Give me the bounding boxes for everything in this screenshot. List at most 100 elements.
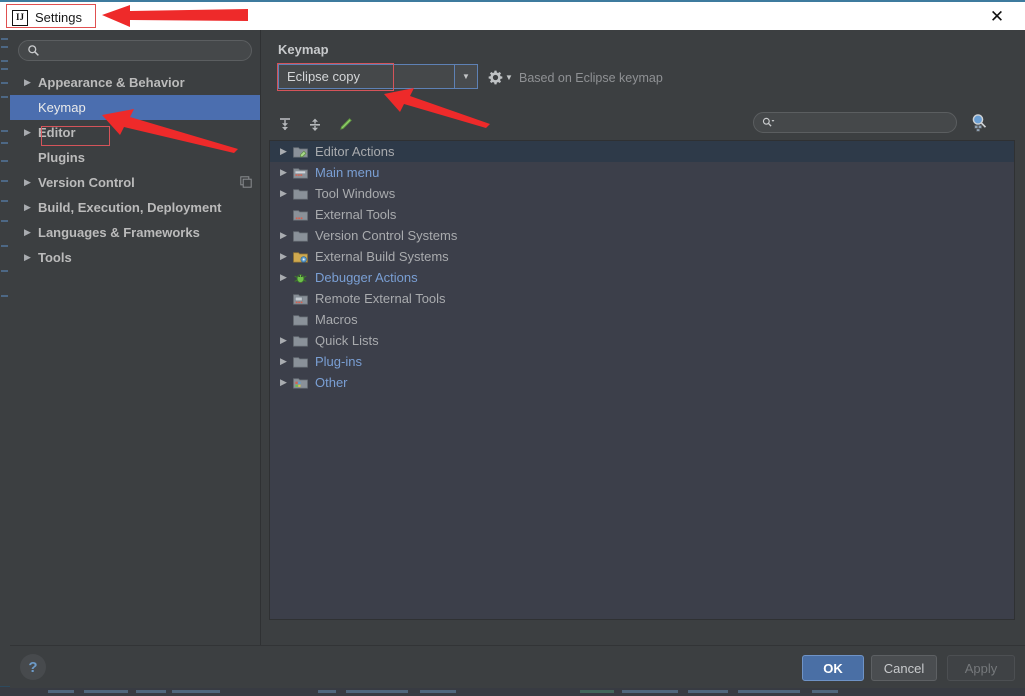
- chevron-down-icon[interactable]: ▼: [454, 65, 477, 88]
- external-tools-folder-icon: [293, 208, 313, 222]
- tree-row-external-tools[interactable]: External Tools: [270, 204, 1014, 225]
- tree-row-external-build-systems[interactable]: ▶ External Build Systems: [270, 246, 1014, 267]
- other-folder-icon: [293, 376, 313, 390]
- intellij-logo-icon: IJ: [12, 9, 28, 26]
- chevron-right-icon[interactable]: ▶: [276, 168, 293, 177]
- chevron-right-icon[interactable]: ▶: [276, 231, 293, 240]
- sidebar-item-plugins[interactable]: Plugins: [10, 145, 260, 170]
- chevron-right-icon[interactable]: ▶: [276, 336, 293, 345]
- keymap-tree-toolbar: [273, 113, 357, 137]
- title-group: IJ Settings: [8, 5, 92, 30]
- chevron-right-icon[interactable]: ▶: [24, 203, 38, 212]
- sidebar-search-input[interactable]: [45, 42, 247, 61]
- apply-button: Apply: [947, 655, 1015, 681]
- keymap-select[interactable]: Eclipse copy ▼: [278, 64, 478, 89]
- chevron-right-icon[interactable]: ▶: [24, 178, 38, 187]
- folder-icon: [293, 187, 313, 201]
- sidebar-item-appearance-behavior[interactable]: ▶ Appearance & Behavior: [10, 70, 260, 95]
- debugger-bug-icon: [293, 271, 313, 285]
- sidebar-item-tools[interactable]: ▶ Tools: [10, 245, 260, 270]
- tree-row-debugger-actions[interactable]: ▶ Debugger Actions: [270, 267, 1014, 288]
- keymap-combo-wrap: Eclipse copy ▼: [277, 63, 478, 91]
- sidebar-item-label: Keymap: [38, 100, 86, 115]
- help-button[interactable]: ?: [20, 654, 46, 680]
- chevron-right-icon[interactable]: ▶: [276, 252, 293, 261]
- gear-icon: [488, 70, 503, 85]
- sidebar-item-label: Plugins: [38, 150, 85, 165]
- tree-row-label: Quick Lists: [315, 333, 379, 348]
- tree-row-main-menu[interactable]: ▶ Main menu: [270, 162, 1014, 183]
- sidebar-item-version-control[interactable]: ▶ Version Control: [10, 170, 260, 195]
- chevron-right-icon[interactable]: ▶: [24, 253, 38, 262]
- dialog-footer: ? OK Cancel Apply: [10, 645, 1025, 688]
- copy-icon: [240, 176, 252, 188]
- tree-row-tool-windows[interactable]: ▶ Tool Windows: [270, 183, 1014, 204]
- pane-title: Keymap: [278, 42, 329, 57]
- tree-row-label: Remote External Tools: [315, 291, 446, 306]
- cancel-button[interactable]: Cancel: [871, 655, 937, 681]
- tree-row-label: External Tools: [315, 207, 397, 222]
- dialog-title-bar: IJ Settings ✕: [0, 0, 1025, 30]
- folder-icon: [293, 313, 313, 327]
- tree-row-plug-ins[interactable]: ▶ Plug-ins: [270, 351, 1014, 372]
- editor-actions-folder-icon: [293, 145, 313, 159]
- intellij-logo-text: IJ: [15, 12, 24, 22]
- settings-dialog: ▶ Appearance & Behavior Keymap ▶ Editor …: [10, 30, 1025, 688]
- tree-row-editor-actions[interactable]: ▶ Editor Actions: [270, 141, 1014, 162]
- tree-row-version-control-systems[interactable]: ▶ Version Control Systems: [270, 225, 1014, 246]
- tree-row-label: Plug-ins: [315, 354, 362, 369]
- expand-all-icon[interactable]: [273, 113, 297, 137]
- folder-icon: [293, 334, 313, 348]
- keymap-actions-tree[interactable]: ▶ Editor Actions ▶ Main menu ▶ Tool Wind…: [269, 140, 1015, 620]
- find-by-shortcut-icon[interactable]: [968, 111, 990, 133]
- search-icon: [28, 45, 39, 56]
- keymap-pane: Keymap Eclipse copy ▼ ▼ Based on Eclipse…: [261, 30, 1025, 645]
- keymap-search-input[interactable]: [784, 114, 954, 133]
- sidebar-item-keymap[interactable]: Keymap: [10, 95, 260, 120]
- chevron-right-icon[interactable]: ▶: [276, 189, 293, 198]
- chevron-down-icon[interactable]: ▼: [505, 73, 513, 82]
- sidebar-item-languages-frameworks[interactable]: ▶ Languages & Frameworks: [10, 220, 260, 245]
- sidebar-item-label: Tools: [38, 250, 72, 265]
- sidebar-item-label: Appearance & Behavior: [38, 75, 185, 90]
- tree-row-label: Tool Windows: [315, 186, 396, 201]
- edit-shortcut-icon[interactable]: [333, 113, 357, 137]
- tree-row-label: Macros: [315, 312, 358, 327]
- sidebar-item-editor[interactable]: ▶ Editor: [10, 120, 260, 145]
- keymap-settings-button[interactable]: ▼: [488, 70, 513, 85]
- tree-row-remote-external-tools[interactable]: Remote External Tools: [270, 288, 1014, 309]
- main-menu-folder-icon: [293, 166, 313, 180]
- tree-row-macros[interactable]: Macros: [270, 309, 1014, 330]
- tree-row-other[interactable]: ▶ Other: [270, 372, 1014, 393]
- tree-row-label: Debugger Actions: [315, 270, 418, 285]
- sidebar-item-label: Version Control: [38, 175, 135, 190]
- build-folder-icon: [293, 250, 313, 264]
- close-icon[interactable]: ✕: [977, 2, 1017, 32]
- sidebar-item-label: Languages & Frameworks: [38, 225, 200, 240]
- search-icon: [762, 117, 775, 127]
- chevron-right-icon[interactable]: ▶: [24, 78, 38, 87]
- page-title: Settings: [35, 10, 82, 25]
- tree-row-label: Version Control Systems: [315, 228, 458, 243]
- ok-button[interactable]: OK: [802, 655, 864, 681]
- tree-row-label: Main menu: [315, 165, 380, 180]
- tree-row-label: Editor Actions: [315, 144, 395, 159]
- chevron-right-icon[interactable]: ▶: [276, 378, 293, 387]
- keymap-select-value: Eclipse copy: [287, 69, 360, 84]
- folder-icon: [293, 229, 313, 243]
- chevron-right-icon[interactable]: ▶: [24, 128, 38, 137]
- tree-row-label: External Build Systems: [315, 249, 449, 264]
- keymap-search-box[interactable]: [753, 112, 957, 133]
- sidebar-item-build-execution-deployment[interactable]: ▶ Build, Execution, Deployment: [10, 195, 260, 220]
- chevron-right-icon[interactable]: ▶: [276, 273, 293, 282]
- chevron-right-icon[interactable]: ▶: [276, 147, 293, 156]
- sidebar-search-box[interactable]: [18, 40, 252, 61]
- chevron-right-icon[interactable]: ▶: [276, 357, 293, 366]
- tree-row-quick-lists[interactable]: ▶ Quick Lists: [270, 330, 1014, 351]
- sidebar-tree: ▶ Appearance & Behavior Keymap ▶ Editor …: [10, 70, 260, 270]
- tree-row-label: Other: [315, 375, 348, 390]
- settings-dialog-screenshot: IJ Settings ✕ ▶ Appearance & Behavior Ke…: [0, 0, 1025, 696]
- chevron-right-icon[interactable]: ▶: [24, 228, 38, 237]
- chevron-down-icon: [771, 120, 775, 122]
- collapse-all-icon[interactable]: [303, 113, 327, 137]
